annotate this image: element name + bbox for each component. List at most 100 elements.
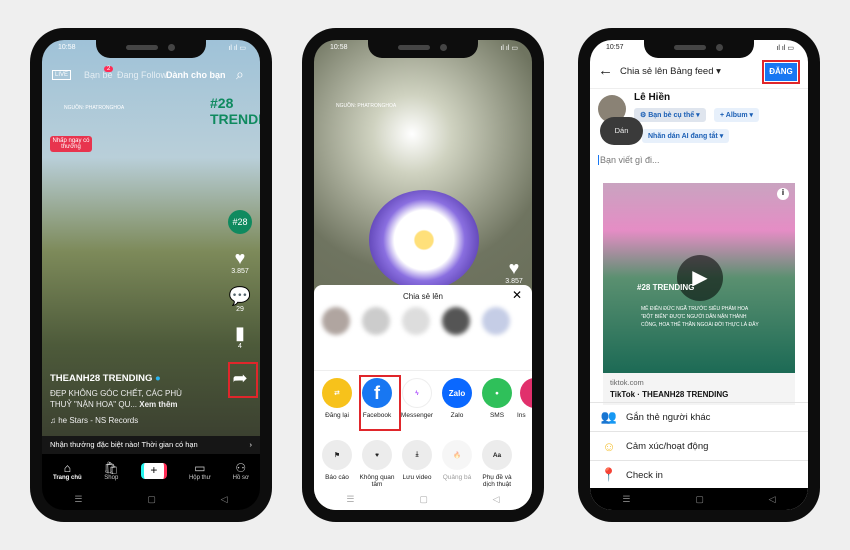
status-time: 10:58 — [58, 44, 76, 51]
link-preview-meta[interactable]: tiktok.com TikTok · THEANH28 TRENDING — [603, 373, 795, 405]
home-square-icon[interactable]: ▢ — [695, 494, 704, 505]
link-title: TikTok · THEANH28 TRENDING — [610, 390, 729, 399]
live-button[interactable]: LIVE — [52, 70, 72, 80]
share-sheet: Chia sẻ lên ✕ ⇄ Đăng lại f Facebook ϟ Messe… — [314, 285, 532, 510]
see-more-link[interactable]: Xem thêm — [139, 400, 177, 409]
link-domain: tiktok.com — [610, 378, 644, 387]
option-tag-people[interactable]: 👥 Gắn thẻ người khác — [590, 402, 808, 431]
play-icon[interactable]: ▶ — [677, 255, 723, 301]
flower-image — [369, 190, 479, 290]
menu-icon[interactable]: ☰ — [622, 494, 630, 505]
feeling-icon: ☺ — [602, 438, 616, 454]
menu-icon[interactable]: ☰ — [346, 494, 354, 505]
location-icon: 📍 — [600, 467, 618, 482]
option-feeling[interactable]: ☺ Cảm xúc/hoạt động — [590, 431, 808, 460]
messenger-icon: ϟ — [402, 378, 432, 408]
option-check-in[interactable]: 📍 Check in — [590, 460, 808, 489]
home-square-icon[interactable]: ▢ — [147, 494, 156, 505]
like-button[interactable]: ♥ 3.857 — [500, 258, 528, 285]
post-button[interactable]: ĐĂNG — [765, 63, 797, 81]
tab-following[interactable]: Đang Follow — [117, 70, 167, 80]
phone-tiktok-share: 10:58 ıl ıl ▭ NGUỒN: PHATRONGHOA ♥ 3.857 C… — [302, 28, 544, 522]
phone-facebook-post: 10:57 ıl ıl ▭ ← Chia sẻ lên Bảng feed ▾ Đ… — [578, 28, 820, 522]
action-save-video[interactable]: ⤓ Lưu video — [397, 440, 437, 481]
share-zalo[interactable]: Zalo Zalo — [437, 378, 477, 419]
info-icon[interactable]: i — [777, 188, 789, 200]
nav-home[interactable]: ⌂ Trang chủ — [53, 461, 82, 481]
share-sms[interactable]: ● SMS — [477, 378, 517, 419]
friends-badge: 2 — [104, 66, 114, 72]
share-instagram[interactable]: ◎Ins — [517, 378, 532, 419]
action-report[interactable]: ⚑ Báo cáo — [317, 440, 357, 481]
share-messenger[interactable]: ϟ Messenger — [397, 378, 437, 419]
captions-icon: Aa — [482, 440, 512, 470]
tag-people-icon: 👥 — [600, 409, 618, 424]
trending-logo: #28 TRENDING — [210, 95, 260, 127]
preview-text: MÊ ĐIÊN ĐỨC NGÃ TRƯỚC SIÊU PHẨM HOA "ĐỘT… — [641, 306, 759, 328]
tab-for-you[interactable]: Dành cho bạn — [166, 70, 226, 80]
like-button[interactable]: ♥ 3.857 — [226, 248, 254, 275]
bookmark-button[interactable]: ▮ 4 — [226, 323, 254, 350]
zalo-icon: Zalo — [442, 378, 472, 408]
search-icon[interactable]: ⌕ — [236, 66, 244, 83]
profile-icon: ⚇ — [235, 461, 247, 475]
signal-battery-icon: ıl ıl ▭ — [228, 45, 246, 52]
creator-avatar[interactable]: #28 — [226, 210, 254, 234]
source-watermark: NGUỒN: PHATRONGHOA — [336, 103, 397, 109]
reward-banner[interactable]: Nhận thưởng đặc biệt nào! Thời gian có h… — [42, 436, 260, 454]
ai-label-toggle[interactable]: Nhãn dán AI đang tắt ▾ — [642, 129, 730, 143]
source-watermark: NGUỒN: PHATRONGHOA — [64, 105, 125, 111]
system-nav: ☰ ▢ ◁ — [314, 488, 532, 510]
phone-tiktok-feed: 10:58 ıl ıl ▭ LIVE Bạn bè 2 Đang Follow D… — [30, 28, 272, 522]
paste-tooltip[interactable]: Dán — [600, 117, 643, 145]
album-selector[interactable]: + Album ▾ — [714, 108, 760, 122]
music-label[interactable]: ♫ he Stars - NS Records — [50, 416, 138, 425]
back-arrow-icon[interactable]: ← — [598, 62, 613, 79]
close-icon[interactable]: ✕ — [512, 288, 522, 302]
nav-inbox[interactable]: ▭ Hộp thư — [189, 461, 211, 481]
create-icon: + — [140, 463, 167, 479]
action-captions[interactable]: Aa Phụ đề và dịch thuật — [477, 440, 517, 488]
home-icon: ⌂ — [63, 461, 71, 475]
broken-heart-icon: ♥ — [362, 440, 392, 470]
instagram-icon: ◎ — [520, 378, 532, 408]
facebook-share-screen: 10:57 ıl ıl ▭ ← Chia sẻ lên Bảng feed ▾ Đ… — [590, 40, 808, 510]
share-destination-dropdown[interactable]: Chia sẻ lên Bảng feed ▾ — [620, 66, 721, 77]
link-preview-image[interactable]: i ▶ #28 TRENDING MÊ ĐIÊN ĐỨC NGÃ TRƯỚC S… — [603, 183, 795, 373]
share-sheet-title: Chia sẻ lên — [402, 292, 444, 301]
menu-icon[interactable]: ☰ — [74, 494, 82, 505]
contacts-row[interactable] — [322, 307, 532, 347]
highlight-post: ĐĂNG — [762, 60, 800, 84]
comment-button[interactable]: 💬 29 — [226, 286, 254, 313]
comment-icon: 💬 — [228, 286, 252, 306]
preview-logo: #28 TRENDING — [637, 283, 695, 292]
back-icon[interactable]: ◁ — [493, 494, 500, 505]
user-name: Lê Hiền — [634, 92, 671, 103]
bookmark-icon: ▮ — [235, 323, 245, 343]
post-text-input[interactable]: Bạn viết gì đi... — [598, 155, 660, 165]
tiktok-share-screen: 10:58 ıl ıl ▭ NGUỒN: PHATRONGHOA ♥ 3.857 C… — [314, 40, 532, 510]
caption: ĐẸP KHÔNG GÓC CHẾT, CÁC PHÙ THUỶ "NẶN HO… — [50, 389, 182, 409]
highlight-share — [228, 362, 258, 398]
sms-icon: ● — [482, 378, 512, 408]
username[interactable]: THEANH28 TRENDING ● — [50, 373, 161, 384]
home-square-icon[interactable]: ▢ — [419, 494, 428, 505]
system-nav: ☰ ▢ ◁ — [590, 488, 808, 510]
nav-shop[interactable]: 🛍 Shop — [104, 461, 119, 481]
heart-icon: ♥ — [234, 248, 246, 268]
nav-profile[interactable]: ⚇ Hồ sơ — [233, 461, 249, 481]
shop-icon: 🛍 — [103, 461, 119, 475]
share-repost[interactable]: ⇄ Đăng lại — [317, 378, 357, 419]
action-not-interested[interactable]: ♥ Không quan tâm — [357, 440, 397, 488]
back-icon[interactable]: ◁ — [221, 494, 228, 505]
inbox-icon: ▭ — [194, 461, 206, 475]
promo-gift-button[interactable]: Nhấp ngay có thưởng — [50, 136, 92, 152]
audience-selector[interactable]: ⚙ Bạn bè cụ thể ▾ — [634, 108, 706, 122]
back-icon[interactable]: ◁ — [769, 494, 776, 505]
download-icon: ⤓ — [402, 440, 432, 470]
create-button[interactable]: + — [140, 463, 167, 479]
tiktok-feed-screen: 10:58 ıl ıl ▭ LIVE Bạn bè 2 Đang Follow D… — [42, 40, 260, 510]
repost-icon: ⇄ — [322, 378, 352, 408]
system-nav: ☰ ▢ ◁ — [42, 488, 260, 510]
flame-icon: 🔥 — [442, 440, 472, 470]
